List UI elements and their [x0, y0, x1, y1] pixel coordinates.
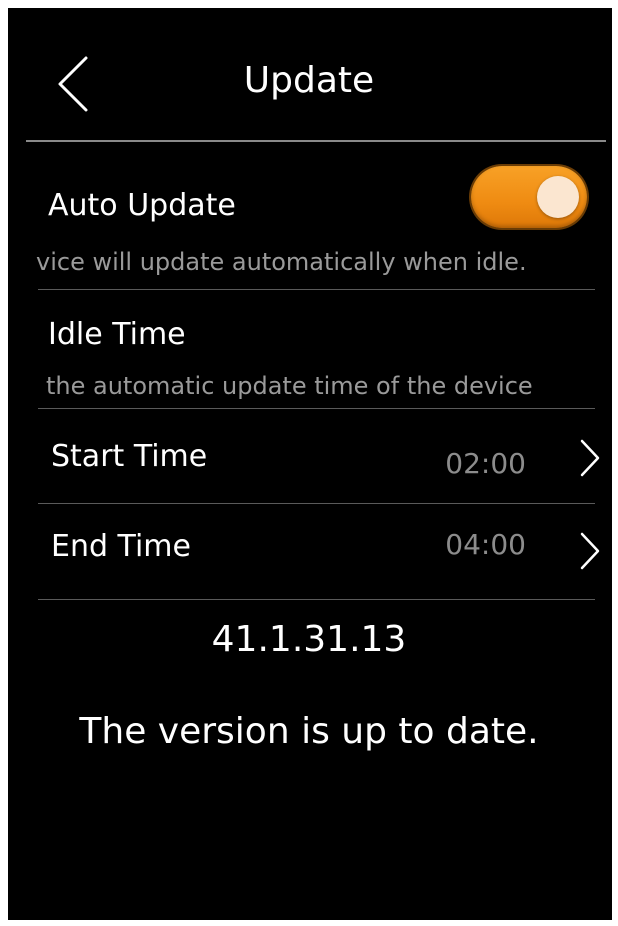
idle-time-description: the automatic update time of the device — [46, 372, 533, 400]
start-time-value: 02:00 — [445, 447, 526, 480]
auto-update-description: vice will update automatically when idle… — [36, 248, 527, 276]
version-number: 41.1.31.13 — [211, 619, 407, 660]
divider — [38, 503, 595, 504]
divider — [38, 599, 595, 600]
auto-update-toggle[interactable] — [471, 166, 587, 228]
chevron-right-icon — [580, 532, 600, 570]
start-time-row[interactable]: Start Time 02:00 — [26, 412, 606, 500]
toggle-knob — [537, 176, 579, 218]
chevron-right-icon — [580, 439, 600, 477]
end-time-label: End Time — [51, 529, 191, 564]
page-title: Update — [243, 60, 375, 101]
idle-time-label: Idle Time — [48, 317, 186, 352]
divider — [38, 289, 595, 290]
header-divider — [26, 140, 606, 142]
divider — [38, 408, 595, 409]
end-time-value: 04:00 — [445, 528, 526, 561]
end-time-row[interactable]: End Time 04:00 — [26, 507, 606, 595]
start-time-label: Start Time — [51, 439, 208, 474]
update-screen: Update Auto Update vice will update auto… — [8, 8, 612, 920]
auto-update-label: Auto Update — [48, 188, 236, 223]
version-status: The version is up to date. — [79, 711, 539, 752]
